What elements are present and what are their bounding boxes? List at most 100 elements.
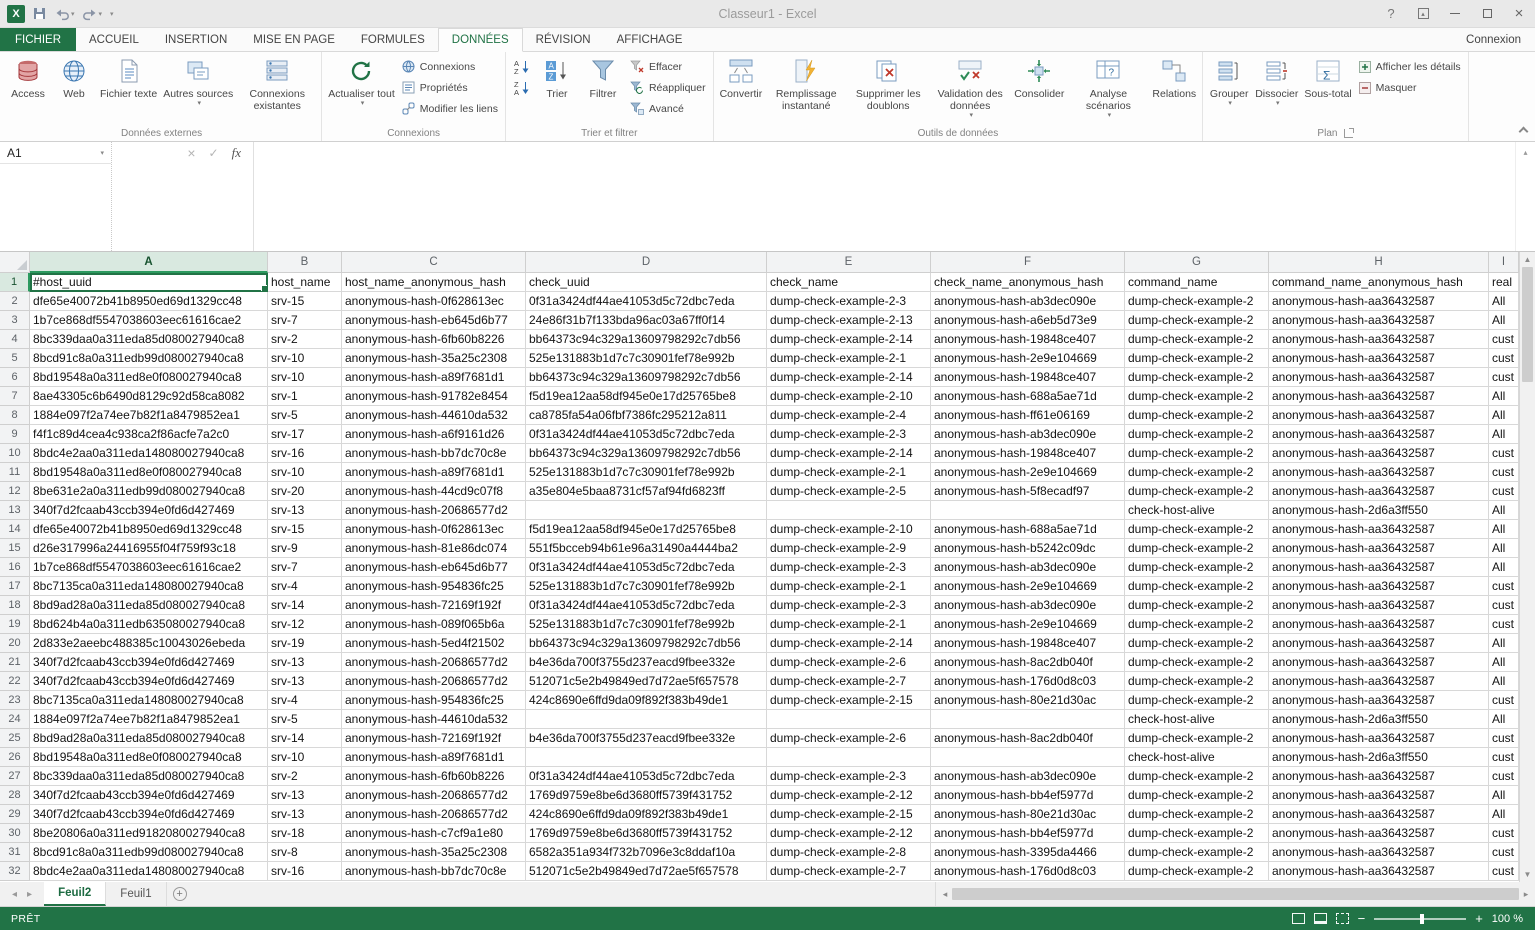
row-header-29[interactable]: 29 (0, 805, 30, 824)
cell-E2[interactable]: dump-check-example-2-3 (767, 292, 931, 311)
cell-B24[interactable]: srv-5 (268, 710, 342, 729)
cell-G15[interactable]: dump-check-example-2 (1125, 539, 1269, 558)
cell-F22[interactable]: anonymous-hash-176d0d8c03 (931, 672, 1125, 691)
cell-I24[interactable]: All (1489, 710, 1519, 729)
cell-F10[interactable]: anonymous-hash-19848ce407 (931, 444, 1125, 463)
row-header-9[interactable]: 9 (0, 425, 30, 444)
convertir-button[interactable]: Convertir (717, 53, 766, 126)
cell-H3[interactable]: anonymous-hash-aa36432587 (1269, 311, 1489, 330)
cell-H8[interactable]: anonymous-hash-aa36432587 (1269, 406, 1489, 425)
cell-E7[interactable]: dump-check-example-2-10 (767, 387, 931, 406)
cell-I19[interactable]: cust (1489, 615, 1519, 634)
cell-G17[interactable]: dump-check-example-2 (1125, 577, 1269, 596)
cell-G32[interactable]: dump-check-example-2 (1125, 862, 1269, 881)
cell-G2[interactable]: dump-check-example-2 (1125, 292, 1269, 311)
cell-F11[interactable]: anonymous-hash-2e9e104669 (931, 463, 1125, 482)
insert-function-button[interactable]: fx (232, 145, 241, 161)
cell-I12[interactable]: cust (1489, 482, 1519, 501)
cell-D22[interactable]: 512071c5e2b49849ed7d72ae5f657578 (526, 672, 767, 691)
cell-H4[interactable]: anonymous-hash-aa36432587 (1269, 330, 1489, 349)
cell-D8[interactable]: ca8785fa54a06fbf7386fc295212a811 (526, 406, 767, 425)
cell-B28[interactable]: srv-13 (268, 786, 342, 805)
plan-dialog-launcher-icon[interactable] (1344, 129, 1353, 138)
sheet-nav-right-icon[interactable]: ▸ (27, 889, 32, 900)
zoom-level[interactable]: 100 % (1492, 913, 1523, 925)
cell-C2[interactable]: anonymous-hash-0f628613ec (342, 292, 526, 311)
cell-G21[interactable]: dump-check-example-2 (1125, 653, 1269, 672)
row-header-11[interactable]: 11 (0, 463, 30, 482)
save-button[interactable] (32, 6, 47, 21)
row-header-23[interactable]: 23 (0, 691, 30, 710)
page-break-view-icon[interactable] (1336, 913, 1349, 924)
cell-H25[interactable]: anonymous-hash-aa36432587 (1269, 729, 1489, 748)
cell-F18[interactable]: anonymous-hash-ab3dec090e (931, 596, 1125, 615)
cell-C23[interactable]: anonymous-hash-954836fc25 (342, 691, 526, 710)
cell-I22[interactable]: All (1489, 672, 1519, 691)
tab-donnees[interactable]: DONNÉES (438, 28, 523, 52)
cell-H24[interactable]: anonymous-hash-2d6a3ff550 (1269, 710, 1489, 729)
cell-A2[interactable]: dfe65e40072b41b8950ed69d1329cc48 (30, 292, 268, 311)
cell-F21[interactable]: anonymous-hash-8ac2db040f (931, 653, 1125, 672)
cell-F20[interactable]: anonymous-hash-19848ce407 (931, 634, 1125, 653)
scroll-left-arrow-icon[interactable]: ◂ (938, 889, 952, 900)
page-layout-view-icon[interactable] (1314, 913, 1327, 924)
cell-E32[interactable]: dump-check-example-2-7 (767, 862, 931, 881)
cell-C17[interactable]: anonymous-hash-954836fc25 (342, 577, 526, 596)
cell-F12[interactable]: anonymous-hash-5f8ecadf97 (931, 482, 1125, 501)
tab-affichage[interactable]: AFFICHAGE (604, 28, 696, 51)
cell-G12[interactable]: dump-check-example-2 (1125, 482, 1269, 501)
row-header-20[interactable]: 20 (0, 634, 30, 653)
cell-H23[interactable]: anonymous-hash-aa36432587 (1269, 691, 1489, 710)
cell-I11[interactable]: cust (1489, 463, 1519, 482)
row-header-24[interactable]: 24 (0, 710, 30, 729)
cell-A11[interactable]: 8bd19548a0a311ed8e0f080027940ca8 (30, 463, 268, 482)
cell-H1[interactable]: command_name_anonymous_hash (1269, 273, 1489, 292)
cell-D15[interactable]: 551f5bcceb94b61e96a31490a4444ba2 (526, 539, 767, 558)
vertical-scrollbar[interactable]: ▲ ▼ (1519, 252, 1535, 882)
undo-button[interactable] (54, 7, 75, 21)
cell-H26[interactable]: anonymous-hash-2d6a3ff550 (1269, 748, 1489, 767)
row-header-17[interactable]: 17 (0, 577, 30, 596)
cell-C30[interactable]: anonymous-hash-c7cf9a1e80 (342, 824, 526, 843)
cell-A18[interactable]: 8bd9ad28a0a311eda85d080027940ca8 (30, 596, 268, 615)
sign-in-link[interactable]: Connexion (1452, 28, 1535, 51)
cell-C26[interactable]: anonymous-hash-a89f7681d1 (342, 748, 526, 767)
cell-G5[interactable]: dump-check-example-2 (1125, 349, 1269, 368)
cell-C13[interactable]: anonymous-hash-20686577d2 (342, 501, 526, 520)
cell-D30[interactable]: 1769d9759e8be6d3680ff5739f431752 (526, 824, 767, 843)
cell-G13[interactable]: check-host-alive (1125, 501, 1269, 520)
cell-D13[interactable] (526, 501, 767, 520)
cell-C11[interactable]: anonymous-hash-a89f7681d1 (342, 463, 526, 482)
cell-F24[interactable] (931, 710, 1125, 729)
horizontal-scrollbar[interactable]: ◂ ▸ (935, 882, 1535, 906)
name-box[interactable]: A1 (0, 142, 111, 164)
cell-G7[interactable]: dump-check-example-2 (1125, 387, 1269, 406)
ribbon-display-options-button[interactable] (1407, 0, 1439, 27)
cell-I28[interactable]: All (1489, 786, 1519, 805)
access-button[interactable]: Access (5, 53, 51, 126)
cell-I31[interactable]: cust (1489, 843, 1519, 862)
cell-B1[interactable]: host_name (268, 273, 342, 292)
row-header-26[interactable]: 26 (0, 748, 30, 767)
cell-I25[interactable]: cust (1489, 729, 1519, 748)
row-header-5[interactable]: 5 (0, 349, 30, 368)
cell-D28[interactable]: 1769d9759e8be6d3680ff5739f431752 (526, 786, 767, 805)
cell-B4[interactable]: srv-2 (268, 330, 342, 349)
column-header-I[interactable]: I (1489, 252, 1519, 273)
fichier-texte-button[interactable]: Fichier texte (97, 53, 160, 126)
cell-D2[interactable]: 0f31a3424df44ae41053d5c72dbc7eda (526, 292, 767, 311)
minimize-button[interactable] (1439, 0, 1471, 27)
cell-D16[interactable]: 0f31a3424df44ae41053d5c72dbc7eda (526, 558, 767, 577)
cell-H14[interactable]: anonymous-hash-aa36432587 (1269, 520, 1489, 539)
row-header-12[interactable]: 12 (0, 482, 30, 501)
cell-F25[interactable]: anonymous-hash-8ac2db040f (931, 729, 1125, 748)
tab-insertion[interactable]: INSERTION (152, 28, 240, 51)
cell-E26[interactable] (767, 748, 931, 767)
cell-C28[interactable]: anonymous-hash-20686577d2 (342, 786, 526, 805)
cell-G31[interactable]: dump-check-example-2 (1125, 843, 1269, 862)
cell-A29[interactable]: 340f7d2fcaab43ccb394e0fd6d427469 (30, 805, 268, 824)
cell-E6[interactable]: dump-check-example-2-14 (767, 368, 931, 387)
cell-B10[interactable]: srv-16 (268, 444, 342, 463)
cell-E3[interactable]: dump-check-example-2-13 (767, 311, 931, 330)
avance-button[interactable]: Avancé (628, 100, 708, 117)
